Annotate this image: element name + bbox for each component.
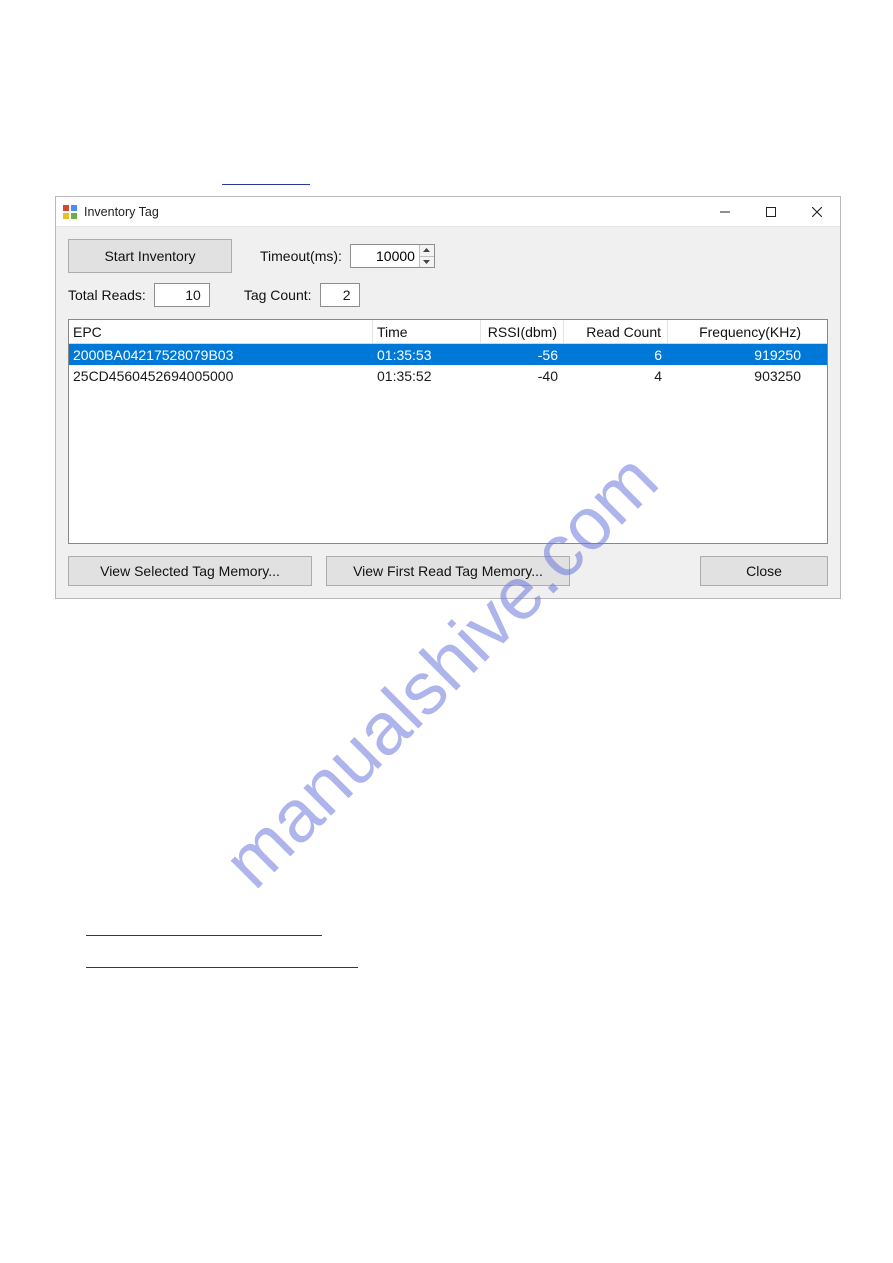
timeout-spin-down[interactable] xyxy=(420,256,434,268)
close-window-button[interactable] xyxy=(794,197,840,226)
view-first-read-tag-memory-button[interactable]: View First Read Tag Memory... xyxy=(326,556,570,586)
table-row[interactable]: 25CD4560452694005000 01:35:52 -40 4 9032… xyxy=(69,365,827,386)
grid-body: 2000BA04217528079B03 01:35:53 -56 6 9192… xyxy=(69,344,827,386)
client-area: Start Inventory Timeout(ms): Total Reads… xyxy=(56,227,840,598)
grid-header-epc[interactable]: EPC xyxy=(69,320,373,343)
cell-read-count: 4 xyxy=(564,365,668,386)
cell-frequency: 903250 xyxy=(668,365,807,386)
grid-header-time[interactable]: Time xyxy=(373,320,481,343)
window-title: Inventory Tag xyxy=(84,205,702,219)
view-first-label: View First Read Tag Memory... xyxy=(353,563,543,579)
cell-time: 01:35:52 xyxy=(373,365,481,386)
tag-grid: EPC Time RSSI(dbm) Read Count Frequency(… xyxy=(68,319,828,544)
cell-time: 01:35:53 xyxy=(373,344,481,365)
timeout-spin-up[interactable] xyxy=(420,245,434,256)
window-controls xyxy=(702,197,840,226)
inventory-tag-window: Inventory Tag Start Inventory Timeout(ms… xyxy=(55,196,841,599)
maximize-button[interactable] xyxy=(748,197,794,226)
app-icon xyxy=(62,204,78,220)
total-reads-value: 10 xyxy=(154,283,210,307)
tag-count-value: 2 xyxy=(320,283,360,307)
close-label: Close xyxy=(746,563,782,579)
cell-epc: 25CD4560452694005000 xyxy=(69,365,373,386)
chevron-up-icon xyxy=(423,248,430,252)
decorative-underline-top xyxy=(222,184,310,185)
grid-header-read-count[interactable]: Read Count xyxy=(564,320,668,343)
view-selected-label: View Selected Tag Memory... xyxy=(100,563,280,579)
titlebar[interactable]: Inventory Tag xyxy=(56,197,840,227)
cell-frequency: 919250 xyxy=(668,344,807,365)
minimize-icon xyxy=(720,207,730,217)
spacer xyxy=(584,556,686,586)
total-reads-label: Total Reads: xyxy=(68,287,146,303)
grid-header-frequency[interactable]: Frequency(KHz) xyxy=(668,320,807,343)
cell-rssi: -40 xyxy=(481,365,564,386)
cell-epc: 2000BA04217528079B03 xyxy=(69,344,373,365)
minimize-button[interactable] xyxy=(702,197,748,226)
cell-rssi: -56 xyxy=(481,344,564,365)
chevron-down-icon xyxy=(423,260,430,264)
close-icon xyxy=(812,207,822,217)
top-controls-row-1: Start Inventory Timeout(ms): xyxy=(68,239,828,273)
cell-read-count: 6 xyxy=(564,344,668,365)
top-controls-row-2: Total Reads: 10 Tag Count: 2 xyxy=(68,283,828,307)
view-selected-tag-memory-button[interactable]: View Selected Tag Memory... xyxy=(68,556,312,586)
tag-count-label: Tag Count: xyxy=(244,287,312,303)
decorative-underline-1 xyxy=(86,935,322,936)
timeout-spinner xyxy=(419,245,434,267)
start-inventory-button[interactable]: Start Inventory xyxy=(68,239,232,273)
timeout-label: Timeout(ms): xyxy=(260,248,342,264)
grid-header-row: EPC Time RSSI(dbm) Read Count Frequency(… xyxy=(69,320,827,344)
timeout-input[interactable] xyxy=(351,245,419,267)
grid-header-rssi[interactable]: RSSI(dbm) xyxy=(481,320,564,343)
bottom-button-row: View Selected Tag Memory... View First R… xyxy=(68,556,828,586)
table-row[interactable]: 2000BA04217528079B03 01:35:53 -56 6 9192… xyxy=(69,344,827,365)
decorative-underline-2 xyxy=(86,967,358,968)
timeout-numeric[interactable] xyxy=(350,244,435,268)
close-button[interactable]: Close xyxy=(700,556,828,586)
maximize-icon xyxy=(766,207,776,217)
